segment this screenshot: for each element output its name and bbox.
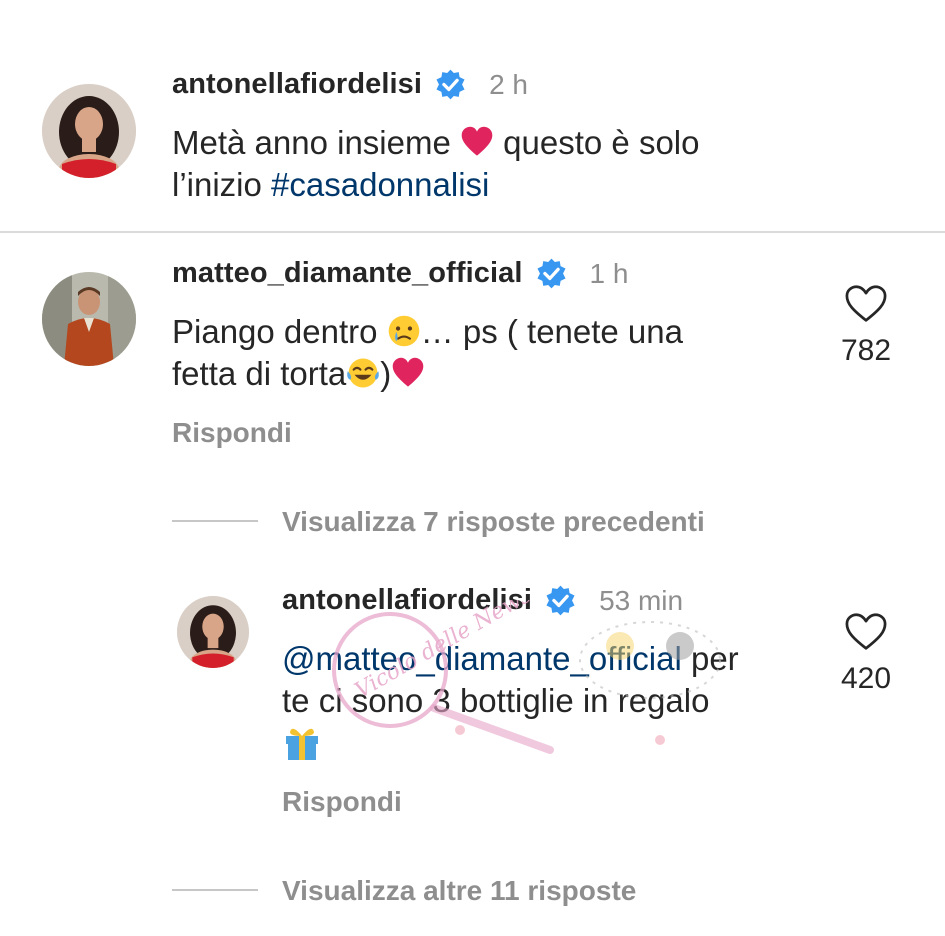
heart-outline-icon[interactable] [844, 612, 888, 652]
caption-divider [0, 231, 945, 233]
comment-header: matteo_diamante_official 1 h [172, 257, 628, 290]
caption-header: antonellafiordelisi 2 h [172, 68, 528, 101]
reply-like-count: 420 [840, 662, 892, 695]
reply-username[interactable]: antonellafiordelisi [282, 584, 532, 617]
reply-like: 420 [826, 612, 906, 696]
reply-reply-button[interactable]: Rispondi [282, 786, 402, 818]
comment-text-part1: Piango dentro [172, 313, 378, 350]
comment-text: Piango dentro … ps ( tenete una fetta di… [172, 311, 812, 395]
tears-of-joy-emoji [346, 356, 380, 390]
reply-text-line2: te ci sono 3 bottiglie in regalo [282, 682, 710, 719]
comment-reply-button[interactable]: Rispondi [172, 417, 292, 449]
comment-text-part3: ) [380, 355, 392, 392]
view-more-replies[interactable]: Visualizza altre 11 risposte [282, 875, 636, 907]
gift-emoji [282, 722, 322, 762]
verified-badge-icon [544, 584, 577, 617]
heart-outline-icon[interactable] [844, 284, 888, 324]
comment-time: 1 h [589, 257, 629, 289]
thread-line-previous [172, 520, 258, 522]
red-heart-emoji [460, 125, 494, 159]
caption-text-part2: questo è solo [494, 124, 700, 161]
caption-time: 2 h [489, 68, 528, 100]
caption-text-line2: l’inizio [172, 166, 272, 203]
reply-text: @matteo_diamante_official per te ci sono… [282, 638, 822, 764]
view-previous-replies[interactable]: Visualizza 7 risposte precedenti [282, 506, 705, 538]
reply-time: 53 min [599, 584, 684, 616]
caption-text: Metà anno insieme questo è solo l’inizio… [172, 122, 852, 206]
verified-badge-icon [535, 257, 568, 290]
crying-face-emoji [387, 314, 421, 348]
comment-like-count: 782 [840, 334, 892, 367]
thread-line-more [172, 889, 258, 891]
comment-username[interactable]: matteo_diamante_official [172, 257, 523, 290]
caption-hashtag[interactable]: #casadonnalisi [271, 166, 489, 203]
avatar-antonella-reply[interactable] [177, 596, 249, 668]
comment-text-part2: … ps ( tenete una [420, 313, 683, 350]
comment-like: 782 [826, 284, 906, 368]
comment-text-line2: fetta di torta [172, 355, 347, 392]
verified-badge-icon [434, 68, 467, 101]
reply-text-part1: per [681, 640, 739, 677]
red-heart-emoji [391, 356, 425, 390]
reply-mention[interactable]: @matteo_diamante_official [282, 640, 682, 677]
reply-header: antonellafiordelisi 53 min [282, 584, 683, 617]
avatar-antonella[interactable] [42, 84, 136, 178]
avatar-matteo[interactable] [42, 272, 136, 366]
caption-username[interactable]: antonellafiordelisi [172, 68, 422, 101]
caption-text-part1: Metà anno insieme [172, 124, 451, 161]
